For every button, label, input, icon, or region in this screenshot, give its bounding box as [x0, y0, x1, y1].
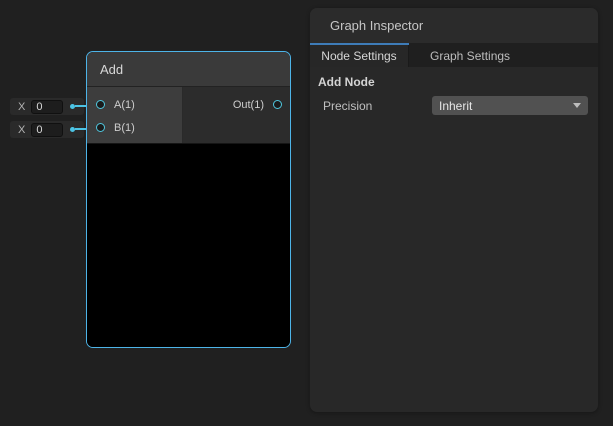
node-add[interactable]: Add A(1) B(1) Out(1) [86, 51, 291, 348]
inspector-content: Add Node Precision Inherit [310, 67, 598, 115]
inline-value-input-a[interactable] [31, 100, 63, 114]
precision-dropdown-value: Inherit [439, 99, 472, 113]
tab-node-settings[interactable]: Node Settings [310, 45, 409, 67]
active-tab-accent-bar [310, 43, 409, 45]
node-outputs-column: Out(1) [183, 87, 290, 143]
inline-value-label: X [18, 124, 25, 136]
graph-canvas[interactable]: X X Add A(1) B(1) [0, 0, 613, 426]
graph-inspector-panel: Graph Inspector Node Settings Graph Sett… [310, 8, 598, 412]
node-ports: A(1) B(1) Out(1) [87, 87, 290, 143]
inspector-header[interactable]: Graph Inspector [310, 8, 598, 43]
tab-graph-settings-label: Graph Settings [430, 49, 510, 63]
section-title: Add Node [318, 75, 588, 89]
inspector-title: Graph Inspector [330, 18, 423, 33]
input-port-b-icon[interactable] [96, 123, 105, 132]
tab-node-settings-label: Node Settings [321, 49, 396, 63]
inline-value-input-b[interactable] [31, 123, 63, 137]
input-port-a-icon[interactable] [96, 100, 105, 109]
precision-label: Precision [318, 99, 432, 113]
input-row-b: B(1) [87, 116, 182, 139]
output-row: Out(1) [183, 93, 290, 116]
input-port-a-label: A(1) [114, 99, 135, 111]
dropdown-caret-icon [573, 103, 581, 108]
output-port-icon[interactable] [273, 100, 282, 109]
tab-graph-settings[interactable]: Graph Settings [409, 45, 534, 67]
input-port-b-label: B(1) [114, 122, 135, 134]
inline-value-label: X [18, 101, 25, 113]
precision-field-row: Precision Inherit [318, 96, 588, 115]
input-row-a: A(1) [87, 93, 182, 116]
node-inputs-column: A(1) B(1) [87, 87, 183, 143]
precision-dropdown[interactable]: Inherit [432, 96, 588, 115]
inspector-tabbar: Node Settings Graph Settings [310, 43, 598, 67]
node-title: Add [100, 62, 123, 77]
node-preview [87, 143, 290, 347]
inline-value-widget-a: X [10, 98, 84, 115]
node-header[interactable]: Add [87, 52, 290, 87]
output-port-label: Out(1) [233, 99, 264, 111]
inline-value-widget-b: X [10, 121, 84, 138]
